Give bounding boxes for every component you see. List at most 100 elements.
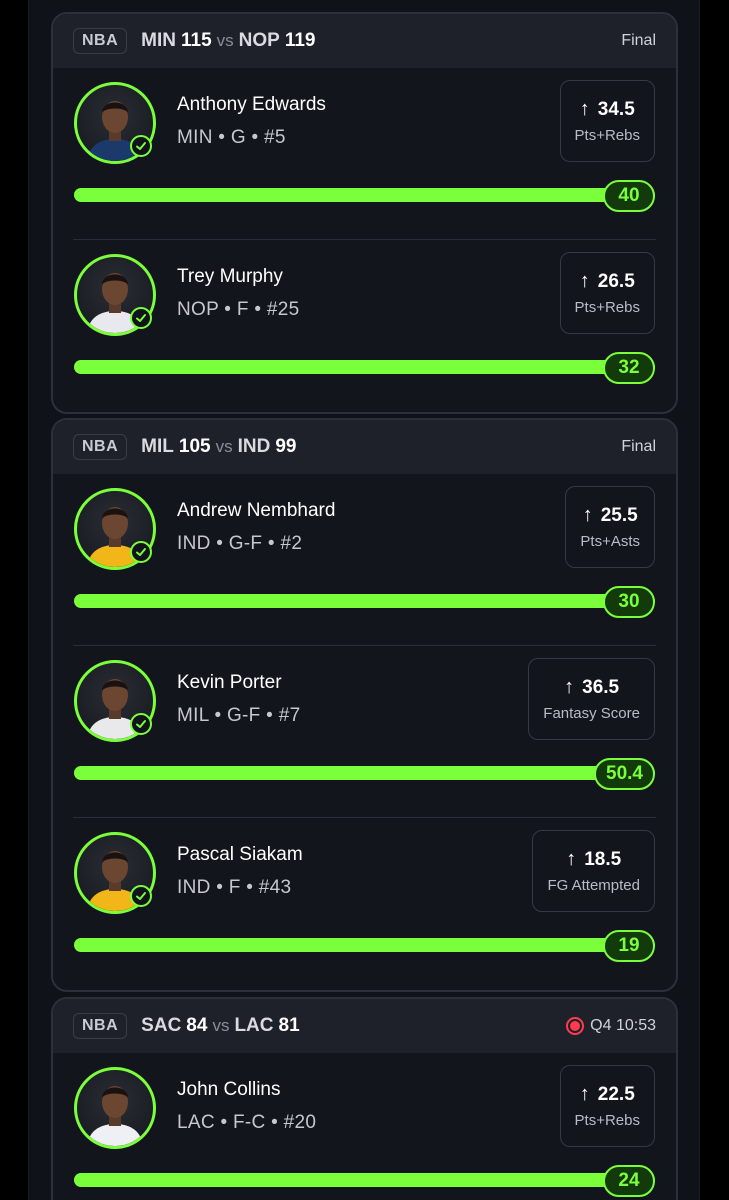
arrow-up-icon: ↑ xyxy=(566,848,577,870)
line-value: 36.5 xyxy=(582,676,620,698)
player-meta: IND • F • #43 xyxy=(177,877,292,898)
player-meta: MIN • G • #5 xyxy=(177,127,286,148)
result-pill: 30 xyxy=(603,586,655,618)
projection-line: ↑ 18.5 xyxy=(566,848,621,871)
player-name: Trey Murphy xyxy=(177,266,283,287)
game-card: NBA SAC 84 vs LAC 81 Q4 10:53 John Colli… xyxy=(51,997,678,1200)
progress-bar xyxy=(74,766,655,780)
vs-label: vs xyxy=(216,31,234,50)
progress-bar xyxy=(74,938,655,952)
pick-row[interactable]: Anthony Edwards MIN • G • #5 ↑ 34.5 Pts+R… xyxy=(53,68,676,240)
line-value: 34.5 xyxy=(597,98,635,120)
arrow-up-icon: ↑ xyxy=(579,98,590,120)
game-clock: Q4 10:53 xyxy=(590,1017,656,1034)
player-name: Andrew Nembhard xyxy=(177,500,336,521)
vs-label: vs xyxy=(212,1016,230,1035)
check-icon xyxy=(130,713,152,735)
checkmark-glyph xyxy=(136,892,146,900)
pick-row[interactable]: Trey Murphy NOP • F • #25 ↑ 26.5 Pts+Rebs… xyxy=(53,240,676,412)
game-card: NBA MIL 105 vs IND 99 Final Andrew Nembh… xyxy=(51,418,678,992)
projection-box[interactable]: ↑ 34.5 Pts+Rebs xyxy=(559,80,655,162)
pick-row[interactable]: Pascal Siakam IND • F • #43 ↑ 18.5 FG Att… xyxy=(53,818,676,990)
vs-label: vs xyxy=(215,437,233,456)
home-team: NOP xyxy=(238,30,280,51)
game-status: Q4 10:53 xyxy=(566,1017,656,1035)
result-pill: 32 xyxy=(603,352,655,384)
stat-type: Pts+Rebs xyxy=(574,127,640,144)
line-value: 22.5 xyxy=(597,1083,635,1105)
line-value: 18.5 xyxy=(584,848,622,870)
checkmark-glyph xyxy=(136,314,146,322)
projection-box[interactable]: ↑ 26.5 Pts+Rebs xyxy=(559,252,655,334)
player-photo xyxy=(87,1086,143,1146)
projection-line: ↑ 36.5 xyxy=(564,676,619,699)
home-team: LAC xyxy=(234,1015,274,1036)
away-score: 115 xyxy=(181,30,212,51)
progress-bar xyxy=(74,360,655,374)
away-team: SAC xyxy=(141,1015,182,1036)
arrow-up-icon: ↑ xyxy=(564,676,575,698)
player-avatar xyxy=(74,1067,156,1149)
home-score: 119 xyxy=(284,30,316,51)
result-pill: 40 xyxy=(603,180,655,212)
live-dot-icon xyxy=(566,1017,585,1035)
jersey-shape xyxy=(87,1124,143,1146)
league-badge: NBA xyxy=(73,1013,128,1039)
projection-line: ↑ 34.5 xyxy=(580,98,635,121)
game-status: Final xyxy=(621,32,656,49)
result-pill: 24 xyxy=(603,1165,655,1197)
stat-type: Pts+Asts xyxy=(580,533,640,550)
pick-row[interactable]: John Collins LAC • F-C • #20 ↑ 22.5 Pts+R… xyxy=(53,1053,676,1200)
stat-type: Pts+Rebs xyxy=(574,1112,640,1129)
projection-box[interactable]: ↑ 18.5 FG Attempted xyxy=(532,830,655,912)
player-meta: NOP • F • #25 xyxy=(177,299,300,320)
league-badge: NBA xyxy=(73,434,128,460)
checkmark-glyph xyxy=(136,548,146,556)
progress-bar xyxy=(74,594,655,608)
game-header: NBA MIL 105 vs IND 99 Final xyxy=(53,420,676,474)
home-team: IND xyxy=(237,436,271,457)
progress-bar xyxy=(74,1173,655,1187)
game-header: NBA SAC 84 vs LAC 81 Q4 10:53 xyxy=(53,999,676,1053)
away-team: MIL xyxy=(141,436,174,457)
stat-type: Fantasy Score xyxy=(543,705,640,722)
game-score: SAC 84 vs LAC 81 xyxy=(141,1015,299,1037)
game-status: Final xyxy=(621,438,656,455)
result-pill: 50.4 xyxy=(594,758,655,790)
pick-row[interactable]: Kevin Porter MIL • G-F • #7 ↑ 36.5 Fantas… xyxy=(53,646,676,818)
check-icon xyxy=(130,541,152,563)
player-meta: MIL • G-F • #7 xyxy=(177,705,301,726)
away-score: 105 xyxy=(178,436,211,457)
check-icon xyxy=(130,307,152,329)
home-score: 99 xyxy=(275,436,297,457)
player-meta: LAC • F-C • #20 xyxy=(177,1112,317,1133)
projection-box[interactable]: ↑ 36.5 Fantasy Score xyxy=(528,658,655,740)
game-header: NBA MIN 115 vs NOP 119 Final xyxy=(53,14,676,68)
arrow-up-icon: ↑ xyxy=(582,504,593,526)
home-score: 81 xyxy=(278,1015,300,1036)
stat-type: FG Attempted xyxy=(547,877,640,894)
pick-row[interactable]: Andrew Nembhard IND • G-F • #2 ↑ 25.5 Pts… xyxy=(53,474,676,646)
stat-type: Pts+Rebs xyxy=(574,299,640,316)
projection-line: ↑ 25.5 xyxy=(583,504,638,527)
projection-box[interactable]: ↑ 25.5 Pts+Asts xyxy=(565,486,655,568)
projection-line: ↑ 22.5 xyxy=(580,1083,635,1106)
line-value: 25.5 xyxy=(600,504,638,526)
game-score: MIL 105 vs IND 99 xyxy=(141,436,296,458)
league-badge: NBA xyxy=(73,28,128,54)
projection-box[interactable]: ↑ 22.5 Pts+Rebs xyxy=(559,1065,655,1147)
player-name: Anthony Edwards xyxy=(177,94,326,115)
progress-bar xyxy=(74,188,655,202)
game-score: MIN 115 vs NOP 119 xyxy=(141,30,315,52)
game-card: NBA MIN 115 vs NOP 119 Final Anthony Edw… xyxy=(51,12,678,414)
checkmark-glyph xyxy=(136,142,146,150)
away-score: 84 xyxy=(186,1015,208,1036)
arrow-up-icon: ↑ xyxy=(579,1083,590,1105)
player-name: John Collins xyxy=(177,1079,281,1100)
checkmark-glyph xyxy=(136,720,146,728)
projection-line: ↑ 26.5 xyxy=(580,270,635,293)
check-icon xyxy=(130,135,152,157)
check-icon xyxy=(130,885,152,907)
result-pill: 19 xyxy=(603,930,655,962)
player-name: Pascal Siakam xyxy=(177,844,303,865)
